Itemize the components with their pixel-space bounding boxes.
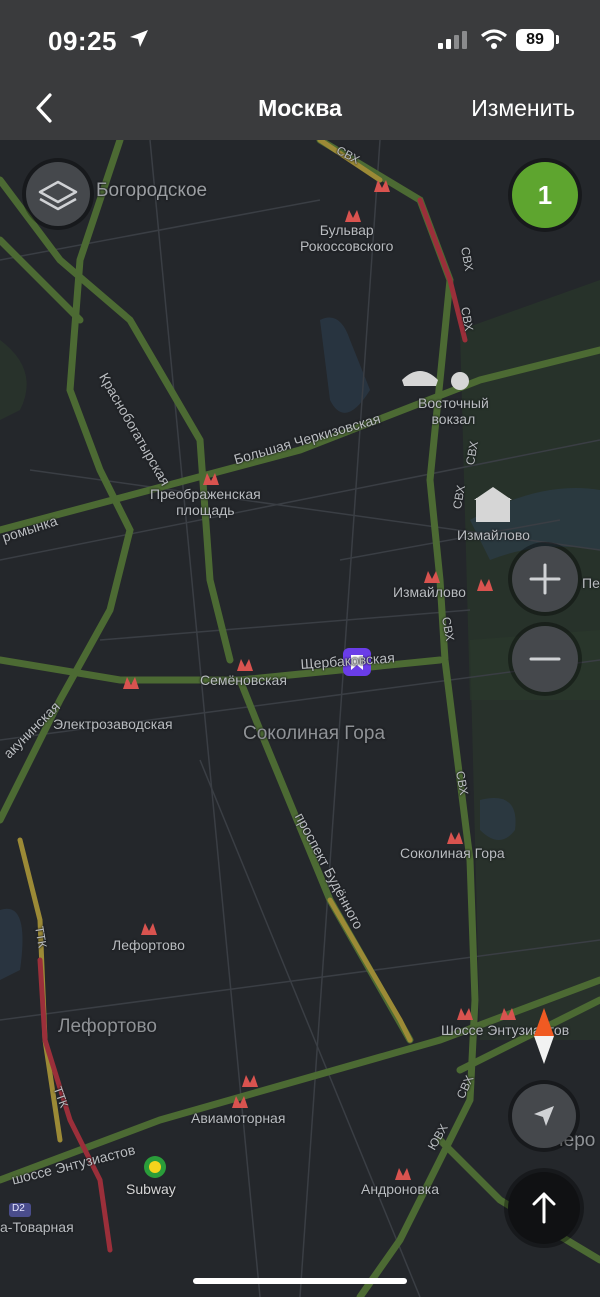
metro-marker-icon xyxy=(345,210,361,222)
heading-up-button[interactable] xyxy=(508,1172,580,1244)
label-bogorodskoe: Богородское xyxy=(96,180,208,201)
wifi-icon xyxy=(480,29,508,49)
metro-marker-icon xyxy=(395,1168,411,1180)
my-location-button[interactable] xyxy=(512,1084,576,1148)
label-semenovskaya: Семёновская xyxy=(200,672,287,688)
compass-icon[interactable] xyxy=(530,1008,558,1064)
map-view[interactable]: СВХ СВХ СВХ СВХ СВХ СВХ СВХ СВХ ЮВХ ТТК … xyxy=(0,140,600,1297)
battery-cap xyxy=(556,35,559,44)
navigation-arrow-icon xyxy=(534,1106,554,1126)
label-lefortovo-station: Лефортово xyxy=(112,937,185,953)
railway-station-icon xyxy=(451,372,469,390)
zoom-out-button[interactable] xyxy=(512,626,578,692)
arrow-up-icon xyxy=(532,1192,556,1224)
label-izmailovo-park: Измайлово xyxy=(457,527,530,543)
district-label-lefortovo: Лефортово xyxy=(58,1016,157,1037)
label-sokolinaya-gora-station: Соколиная Гора xyxy=(400,845,505,861)
location-arrow-icon xyxy=(130,30,148,47)
label-bulvar-rokossovskogo: Бульвар Рокоссовского xyxy=(300,222,394,254)
district-label-sokolinaya-gora: Соколиная Гора xyxy=(243,723,386,744)
metro-marker-icon xyxy=(457,1008,473,1020)
status-bar: 09:25 89 xyxy=(0,0,600,78)
battery-indicator: 89 xyxy=(516,29,554,51)
layers-icon xyxy=(38,180,78,211)
home-indicator xyxy=(193,1278,407,1284)
signal-icon xyxy=(438,31,467,49)
layers-button[interactable] xyxy=(26,162,90,226)
status-time: 09:25 xyxy=(48,26,117,56)
metro-marker-icon xyxy=(237,659,253,671)
label-aviamotornaya: Авиамоторная xyxy=(191,1110,286,1126)
museum-icon xyxy=(476,498,510,522)
label-pe: Пе xyxy=(582,575,600,591)
stadium-icon xyxy=(402,371,438,386)
metro-marker-icon xyxy=(447,832,463,844)
minus-icon xyxy=(529,657,561,661)
label-subway: Subway xyxy=(126,1181,176,1197)
label-vostochny-vokzal: Восточный вокзал xyxy=(418,395,489,427)
metro-marker-icon xyxy=(141,923,157,935)
label-izmailovo-metro: Измайлово xyxy=(393,584,466,600)
label-elektrozavodskaya: Электрозаводская xyxy=(53,716,173,732)
zoom-in-button[interactable] xyxy=(512,546,578,612)
nav-bar: Москва Изменить xyxy=(0,78,600,140)
label-andronovka: Андроновка xyxy=(361,1181,439,1197)
edit-button[interactable]: Изменить xyxy=(471,95,575,122)
label-tovarnaya: а-Товарная xyxy=(0,1219,74,1235)
d2-badge-label: D2 xyxy=(12,1203,25,1214)
traffic-level-button[interactable]: 1 xyxy=(512,162,578,228)
plus-icon xyxy=(529,563,561,595)
metro-marker-icon xyxy=(242,1075,258,1087)
label-preobrazhenskaya: Преображенская площадь xyxy=(150,486,261,518)
